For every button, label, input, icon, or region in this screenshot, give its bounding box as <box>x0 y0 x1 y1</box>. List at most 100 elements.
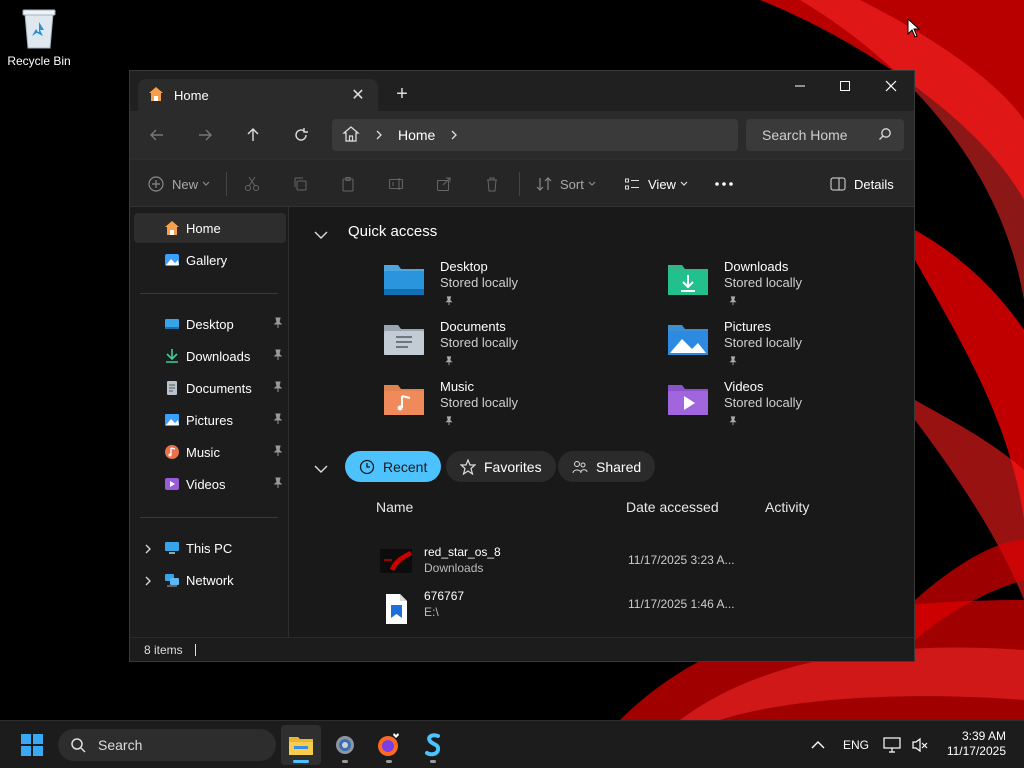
sidebar-item-gallery[interactable]: Gallery <box>134 245 286 275</box>
maximize-button[interactable] <box>822 71 868 101</box>
content-area: Home Gallery Desktop Downloads Documents <box>130 207 914 637</box>
quick-access-music[interactable]: Music Stored locally <box>382 379 642 435</box>
quick-access-pictures[interactable]: Pictures Stored locally <box>666 319 914 375</box>
quick-access-videos[interactable]: Videos Stored locally <box>666 379 914 435</box>
column-header-date[interactable]: Date accessed <box>626 499 719 515</box>
pin-icon[interactable] <box>272 477 284 492</box>
running-indicator <box>386 760 392 763</box>
show-hidden-icons-button[interactable] <box>804 721 832 768</box>
taskbar-file-explorer[interactable] <box>281 725 321 765</box>
qa-status: Stored locally <box>724 395 803 410</box>
people-icon <box>572 459 588 475</box>
firefox-icon <box>378 733 399 756</box>
column-header-activity[interactable]: Activity <box>765 499 809 515</box>
chevron-right-icon[interactable] <box>374 127 384 143</box>
more-options-button[interactable] <box>714 172 734 196</box>
view-button[interactable]: View <box>624 172 688 196</box>
minimize-icon <box>795 85 805 87</box>
new-label: New <box>172 176 199 192</box>
sidebar-item-network[interactable]: Network <box>134 565 286 595</box>
file-date: 11/17/2025 3:23 A... <box>628 553 735 567</box>
qa-name: Desktop <box>440 259 488 274</box>
search-input[interactable]: Search Home <box>746 119 904 151</box>
refresh-button[interactable] <box>287 123 315 147</box>
sidebar-item-downloads[interactable]: Downloads <box>134 341 286 371</box>
sidebar-item-pictures[interactable]: Pictures <box>134 405 286 435</box>
taskbar-search[interactable]: Search <box>58 729 276 761</box>
volume-button[interactable] <box>908 721 932 768</box>
close-button[interactable] <box>868 71 914 101</box>
sidebar-item-desktop[interactable]: Desktop <box>134 309 286 339</box>
computer-icon <box>164 540 180 559</box>
cut-button[interactable] <box>244 172 260 196</box>
sidebar-item-documents[interactable]: Documents <box>134 373 286 403</box>
chevron-right-icon[interactable] <box>144 574 152 589</box>
sort-button[interactable]: Sort <box>536 172 596 196</box>
file-row[interactable]: 676767 E:\ 11/17/2025 1:46 A... <box>376 589 846 629</box>
pin-icon[interactable] <box>272 349 284 364</box>
start-button[interactable] <box>16 721 48 768</box>
pin-icon[interactable] <box>272 413 284 428</box>
navigation-pane: Home Gallery Desktop Downloads Documents <box>130 207 289 637</box>
details-pane-button[interactable]: Details <box>830 172 894 196</box>
pin-icon[interactable] <box>272 445 284 460</box>
address-bar[interactable]: Home <box>332 119 738 151</box>
taskbar-firefox[interactable] <box>369 725 409 765</box>
sidebar-divider <box>140 293 278 294</box>
gallery-icon <box>164 252 180 271</box>
minimize-button[interactable] <box>777 71 823 101</box>
sidebar-item-home[interactable]: Home <box>134 213 286 243</box>
sidebar-item-label: This PC <box>186 540 233 556</box>
copy-button[interactable] <box>292 172 308 196</box>
quick-access-desktop[interactable]: Desktop Stored locally <box>382 259 642 315</box>
shared-pill[interactable]: Shared <box>558 451 656 482</box>
language-indicator[interactable]: ENG <box>840 721 872 768</box>
up-arrow-icon <box>247 128 259 141</box>
up-button[interactable] <box>239 123 267 147</box>
taskbar-settings[interactable] <box>325 725 365 765</box>
taskbar-app-s[interactable] <box>413 725 453 765</box>
sidebar-item-this-pc[interactable]: This PC <box>134 533 286 563</box>
active-indicator <box>293 760 309 763</box>
close-icon <box>885 80 897 92</box>
collapse-quick-access-icon[interactable] <box>314 227 328 245</box>
share-button[interactable] <box>436 172 452 196</box>
pin-icon[interactable] <box>272 317 284 332</box>
pin-icon[interactable] <box>272 381 284 396</box>
delete-button[interactable] <box>484 172 500 196</box>
forward-button[interactable] <box>191 123 219 147</box>
back-button[interactable] <box>143 123 171 147</box>
recycle-bin-desktop-icon[interactable]: Recycle Bin <box>6 6 72 68</box>
favorites-pill[interactable]: Favorites <box>446 451 556 482</box>
new-button[interactable]: New <box>148 172 210 196</box>
chevron-right-icon[interactable] <box>449 127 459 143</box>
pin-icon <box>728 353 738 371</box>
file-row[interactable]: red_star_os_8 Downloads 11/17/2025 3:23 … <box>376 545 846 585</box>
document-icon <box>164 380 180 399</box>
home-main-pane: Quick access Desktop Stored locally Down… <box>290 207 914 637</box>
sidebar-item-videos[interactable]: Videos <box>134 469 286 499</box>
new-tab-button[interactable]: + <box>392 83 412 105</box>
file-date: 11/17/2025 1:46 A... <box>628 597 735 611</box>
breadcrumb-home[interactable]: Home <box>398 127 435 143</box>
paste-button[interactable] <box>340 172 356 196</box>
add-circle-icon <box>148 176 164 192</box>
recycle-bin-icon <box>19 6 59 50</box>
recent-pill[interactable]: Recent <box>345 451 442 482</box>
quick-access-downloads[interactable]: Downloads Stored locally <box>666 259 914 315</box>
system-clock[interactable]: 3:39 AM 11/17/2025 <box>947 729 1006 759</box>
tab-home[interactable]: Home ✕ <box>138 79 378 111</box>
rename-button[interactable] <box>388 172 404 196</box>
tab-close-icon[interactable]: ✕ <box>348 85 368 105</box>
column-header-name[interactable]: Name <box>376 499 413 515</box>
tab-title: Home <box>174 87 209 103</box>
details-pane-icon <box>830 177 846 191</box>
quick-access-documents[interactable]: Documents Stored locally <box>382 319 642 375</box>
qa-status: Stored locally <box>440 335 519 350</box>
chevron-up-icon <box>811 741 825 749</box>
collapse-recent-icon[interactable] <box>314 461 328 479</box>
network-status-button[interactable] <box>880 721 904 768</box>
chevron-right-icon[interactable] <box>144 542 152 557</box>
sidebar-item-music[interactable]: Music <box>134 437 286 467</box>
music-folder-icon <box>382 381 426 422</box>
